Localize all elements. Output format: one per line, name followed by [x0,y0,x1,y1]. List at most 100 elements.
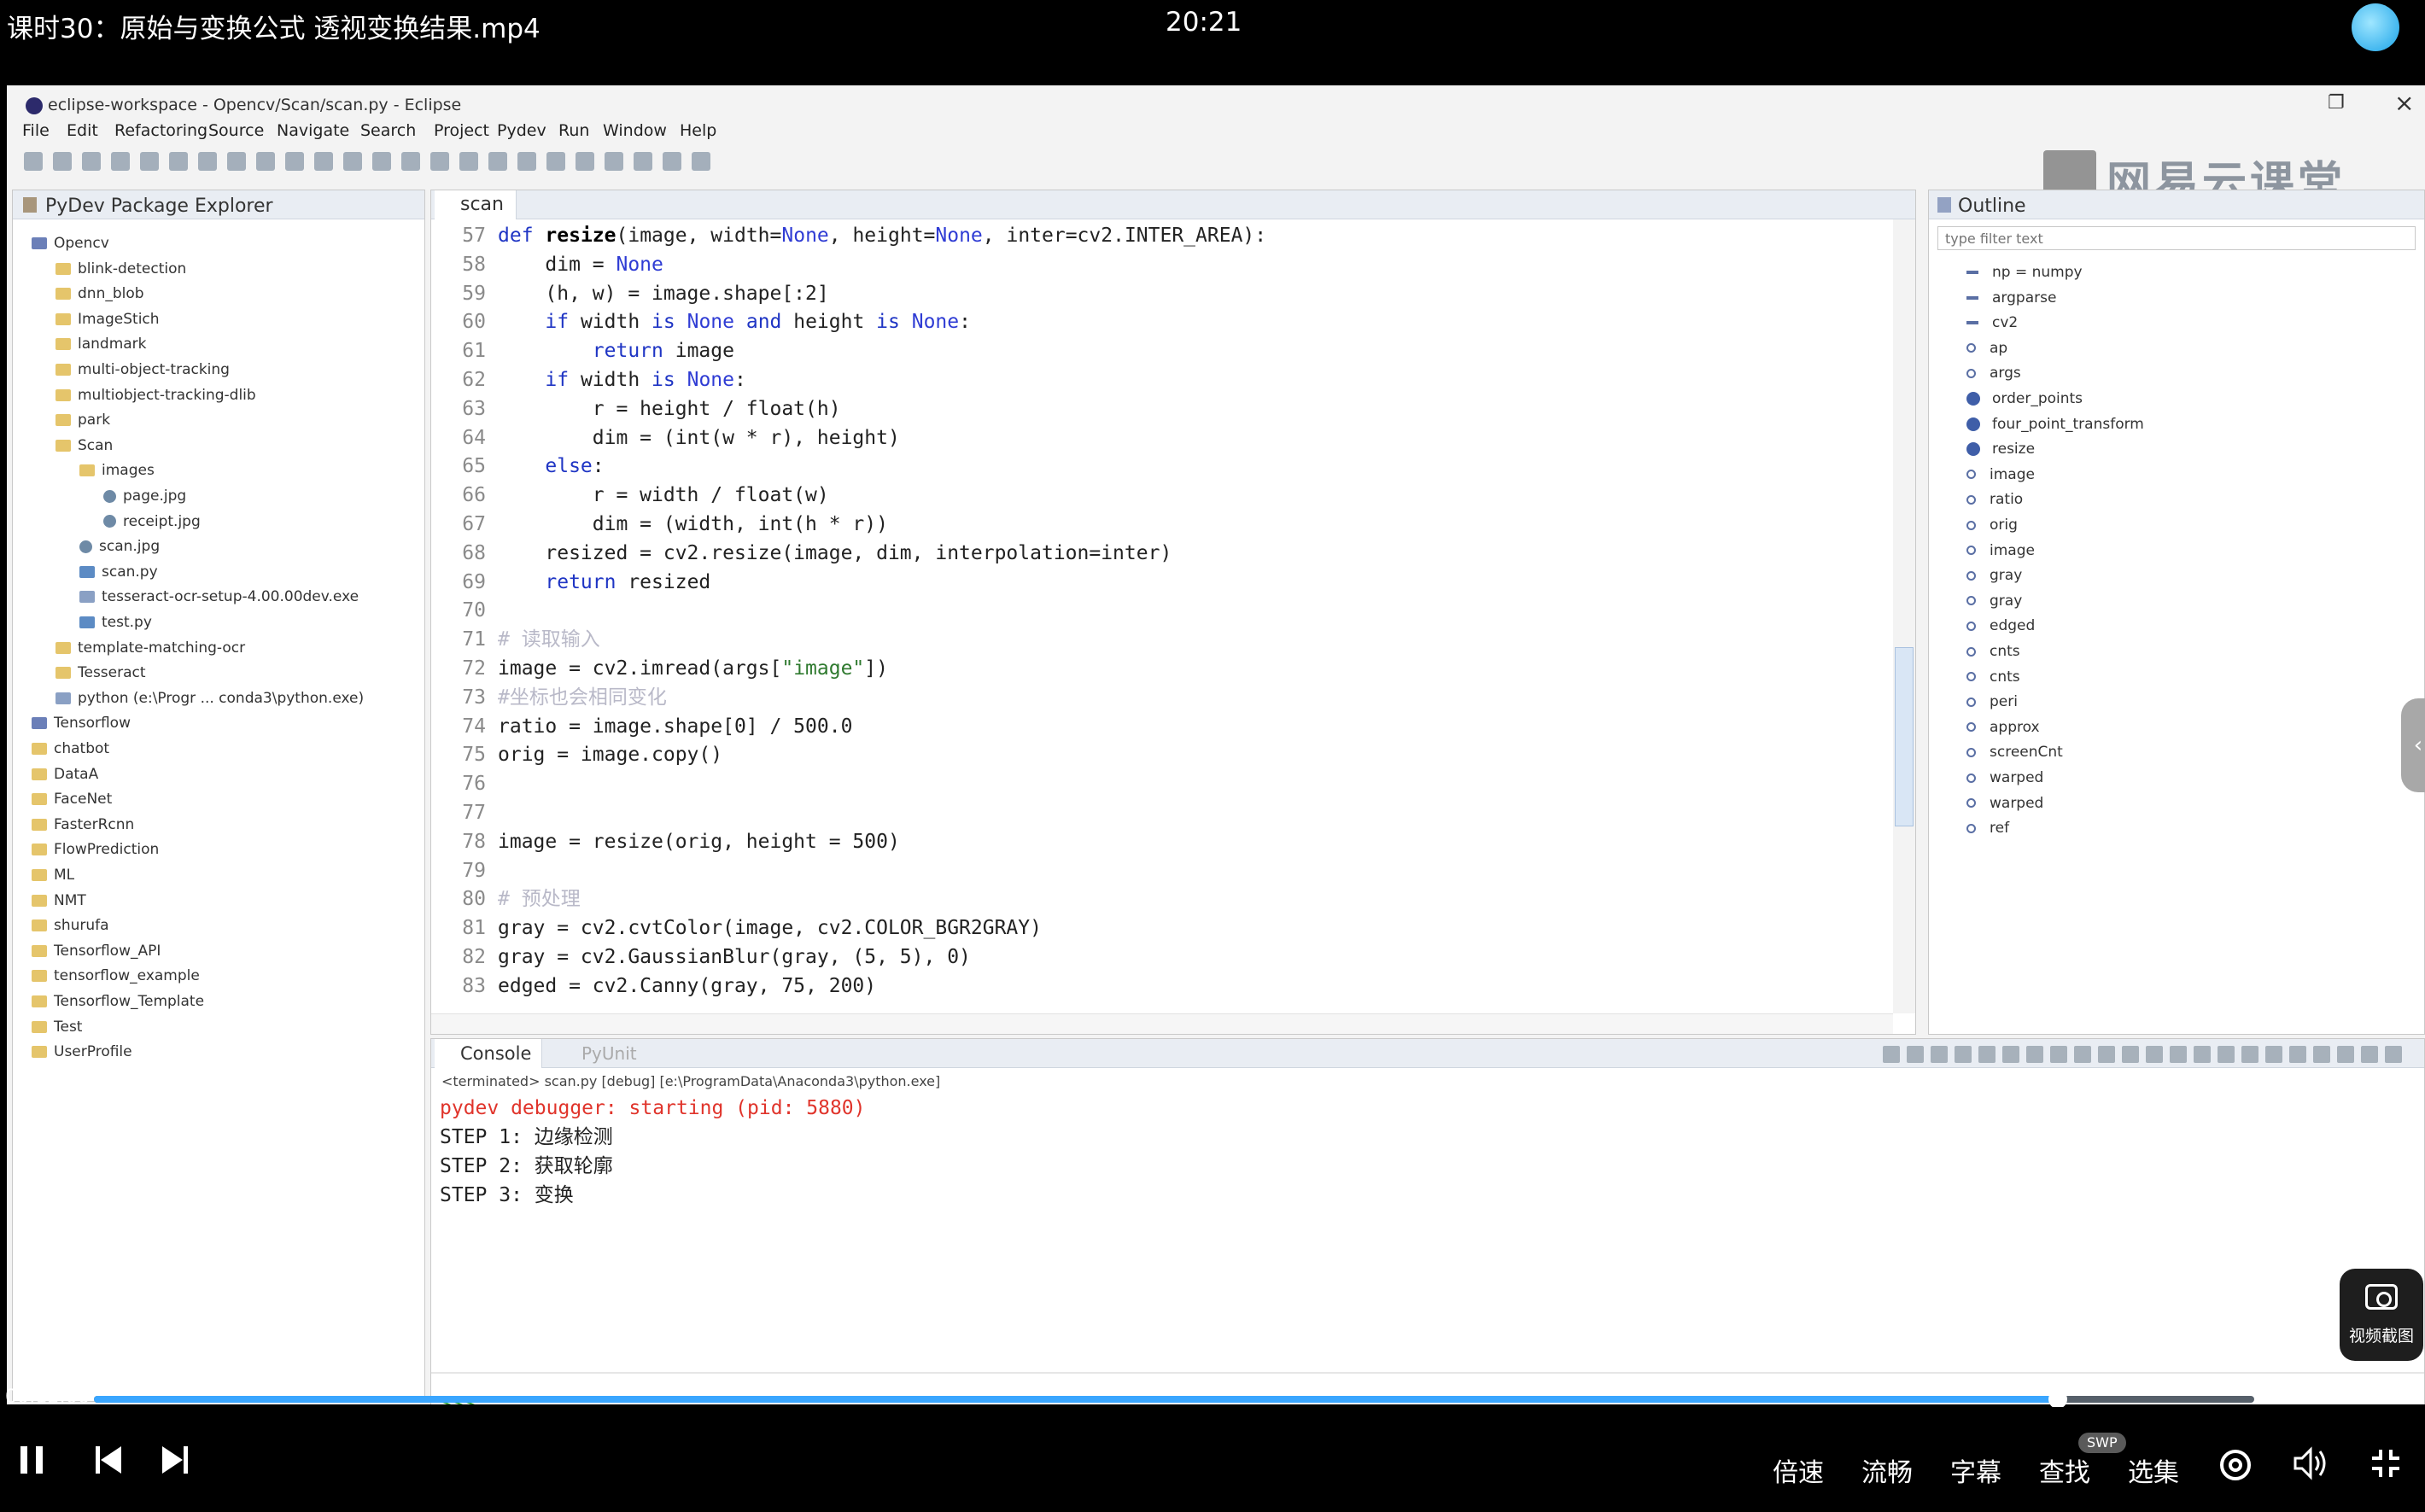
code-line[interactable]: 61 return image [431,336,734,365]
code-line[interactable]: 74 ratio = image.shape[0] / 500.0 [431,712,852,741]
toolbar-button-icon[interactable] [517,152,536,171]
tab-console[interactable]: Console [435,1039,543,1068]
outline-item[interactable]: approx [1966,715,2040,739]
outline-item[interactable]: argparse [1966,286,2056,310]
toolbar-button-icon[interactable] [663,152,681,171]
tree-item[interactable]: images [79,458,155,482]
menu-edit[interactable]: Edit [67,121,98,140]
outline-item[interactable]: image [1966,463,2035,487]
tree-item[interactable]: Tensorflow_API [32,939,161,963]
speed-button[interactable]: 倍速 [1773,1451,1824,1489]
toolbar-button-icon[interactable] [24,152,43,171]
tree-item[interactable]: python (e:\Progr ... conda3\python.exe) [56,686,364,710]
code-line[interactable]: 79 [431,856,498,885]
toolbar-button-icon[interactable] [488,152,507,171]
tree-item[interactable]: chatbot [32,737,109,761]
toolbar-button-icon[interactable] [430,152,449,171]
code-line[interactable]: 77 [431,798,498,827]
tree-item[interactable]: landmark [56,332,147,356]
outline-title[interactable]: Outline [1958,196,2026,217]
restore-icon[interactable]: ❐ [2328,92,2345,114]
code-line[interactable]: 73 #坐标也会相同变化 [431,683,667,712]
side-panel-toggle[interactable]: ‹ [2401,698,2425,792]
tree-item[interactable]: UserProfile [32,1040,132,1064]
close-icon[interactable]: × [2394,89,2414,117]
code-line[interactable]: 70 [431,596,498,625]
tree-item[interactable]: shurufa [32,914,109,937]
code-line[interactable]: 82 gray = cv2.GaussianBlur(gray, (5, 5), … [431,943,971,972]
outline-item[interactable]: cnts [1966,665,2020,689]
console-tool-icon[interactable] [2074,1046,2091,1063]
code-line[interactable]: 57 def resize(image, width=None, height=N… [431,221,1266,250]
toolbar-button-icon[interactable] [285,152,304,171]
tree-item[interactable]: Test [32,1015,82,1039]
menu-navigate[interactable]: Navigate [277,121,349,140]
snapshot-button[interactable]: 视频截图 [2340,1269,2423,1361]
code-line[interactable]: 69 return resized [431,568,710,597]
outline-item[interactable]: cv2 [1966,311,2018,335]
pause-icon[interactable] [19,1445,44,1475]
console-tool-icon[interactable] [2170,1046,2187,1063]
toolbar-button-icon[interactable] [605,152,623,171]
tree-item[interactable]: NMT [32,889,86,913]
code-line[interactable]: 71 # 读取输入 [431,625,599,654]
avatar[interactable] [2352,3,2399,51]
toolbar-button-icon[interactable] [459,152,478,171]
console-tool-icon[interactable] [2265,1046,2282,1063]
toolbar-button-icon[interactable] [401,152,420,171]
code-line[interactable]: 65 else: [431,452,604,481]
menu-file[interactable]: File [22,121,50,140]
code-line[interactable]: 67 dim = (width, int(h * r)) [431,510,888,539]
tree-item[interactable]: test.py [79,610,152,634]
menu-search[interactable]: Search [360,121,416,140]
outline-item[interactable]: orig [1966,513,2018,537]
outline-item[interactable]: four_point_transform [1966,412,2144,436]
console-tool-icon[interactable] [2361,1046,2378,1063]
volume-icon[interactable] [2292,1446,2329,1480]
outline-item[interactable]: warped [1966,791,2043,815]
toolbar-button-icon[interactable] [82,152,101,171]
tree-item[interactable]: template-matching-ocr [56,636,245,660]
console-tool-icon[interactable] [1978,1046,1996,1063]
toolbar-button-icon[interactable] [576,152,594,171]
console-tool-icon[interactable] [2218,1046,2235,1063]
console-tool-icon[interactable] [2289,1046,2306,1063]
console-tool-icon[interactable] [2194,1046,2211,1063]
package-explorer-title[interactable]: PyDev Package Explorer [45,196,273,217]
tree-item[interactable]: scan.py [79,560,158,584]
code-line[interactable]: 83 edged = cv2.Canny(gray, 75, 200) [431,972,876,1001]
code-line[interactable]: 72 image = cv2.imread(args["image"]) [431,654,888,683]
outline-item[interactable]: ratio [1966,487,2023,511]
code-area[interactable]: 57 def resize(image, width=None, height=N… [431,219,1883,1013]
console-tool-icon[interactable] [2337,1046,2354,1063]
tab-pyunit[interactable]: PyUnit [581,1039,637,1068]
console-tool-icon[interactable] [2098,1046,2115,1063]
tree-item[interactable]: Tensorflow_Template [32,990,204,1013]
outline-filter-input[interactable] [1937,226,2416,250]
console-tool-icon[interactable] [1955,1046,1972,1063]
code-line[interactable]: 66 r = width / float(w) [431,481,828,510]
next-icon[interactable] [161,1445,190,1475]
code-line[interactable]: 75 orig = image.copy() [431,740,722,769]
tree-item[interactable]: receipt.jpg [103,510,201,534]
console-tool-icon[interactable] [2146,1046,2163,1063]
tree-item[interactable]: blink-detection [56,257,186,281]
outline-item[interactable]: gray [1966,589,2022,613]
outline-item[interactable]: ref [1966,816,2009,840]
menu-source[interactable]: Source [208,121,264,140]
console-tool-icon[interactable] [1883,1046,1900,1063]
tree-item[interactable]: multiobject-tracking-dlib [56,383,256,407]
code-line[interactable]: 62 if width is None: [431,365,746,394]
editor-scrollbar[interactable] [1893,219,1915,1013]
code-line[interactable]: 58 dim = None [431,250,663,279]
menu-window[interactable]: Window [603,121,667,140]
episodes-button[interactable]: 选集 [2128,1451,2179,1489]
tree-item[interactable]: tensorflow_example [32,964,200,988]
outline-item[interactable]: cnts [1966,639,2020,663]
tree-item[interactable]: ImageStich [56,307,160,331]
outline-item[interactable]: edged [1966,614,2035,638]
code-line[interactable]: 80 # 预处理 [431,884,580,914]
toolbar-button-icon[interactable] [372,152,391,171]
tree-item[interactable]: Tensorflow [32,711,131,735]
tree-item[interactable]: scan.jpg [79,534,160,558]
